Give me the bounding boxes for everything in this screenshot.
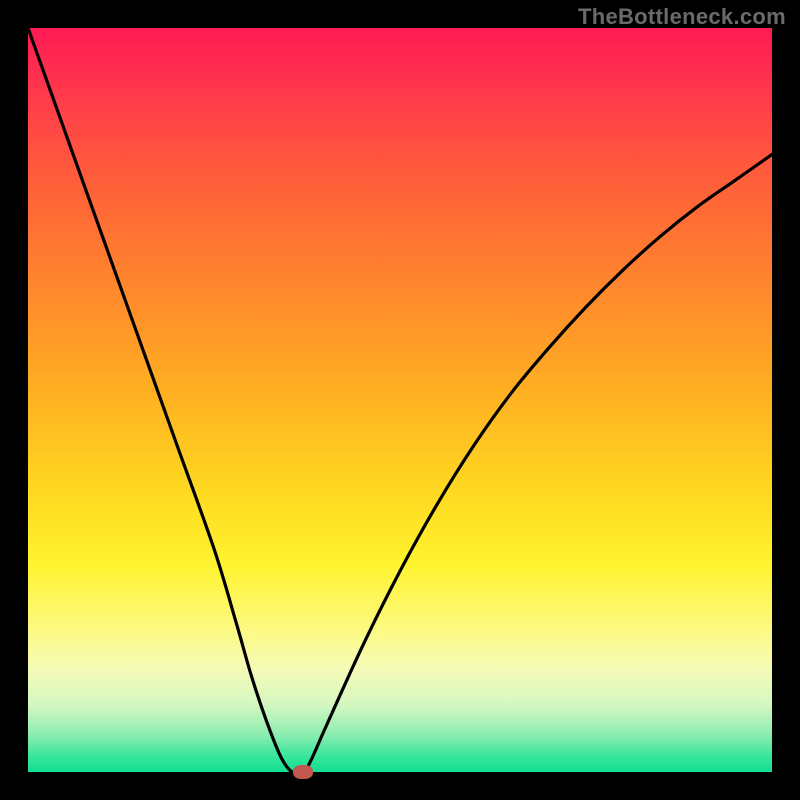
optimal-point-marker [293,765,313,779]
chart-frame: TheBottleneck.com [0,0,800,800]
plot-area [28,28,772,772]
bottleneck-curve [28,28,772,772]
watermark-text: TheBottleneck.com [578,4,786,30]
